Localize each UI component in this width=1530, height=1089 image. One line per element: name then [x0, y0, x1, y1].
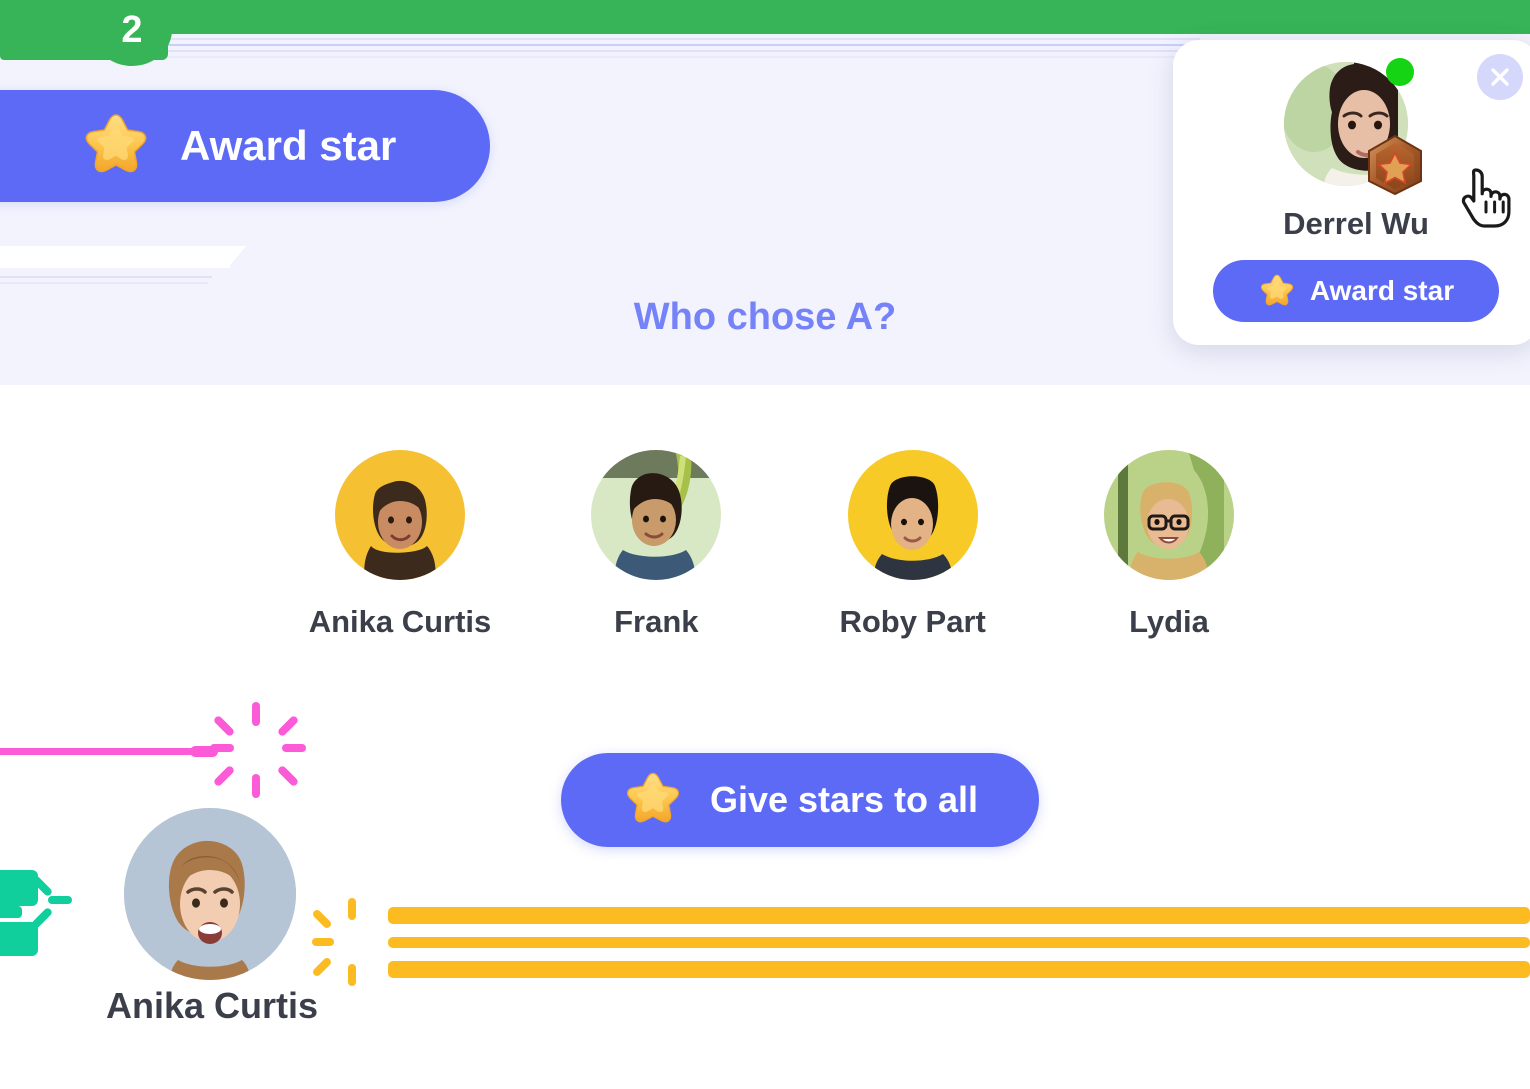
decorative-line-2 — [0, 282, 208, 284]
student-name: Frank — [614, 604, 699, 639]
popup-avatar-wrapper — [1284, 58, 1422, 196]
popup-award-star-button[interactable]: Award star — [1213, 260, 1499, 322]
online-dot-icon — [1386, 58, 1414, 86]
yellow-sparkle-burst — [311, 898, 394, 986]
star-icon — [626, 772, 679, 823]
student-item[interactable]: Frank — [528, 450, 784, 640]
close-button[interactable] — [1477, 54, 1523, 100]
bronze-star-badge-icon — [1368, 134, 1422, 196]
student-name: Roby Part — [839, 604, 986, 639]
student-name: Anika Curtis — [308, 604, 492, 639]
close-icon — [1491, 68, 1509, 86]
student-item[interactable]: Roby Part — [785, 450, 1041, 640]
avatar-anika-curtis[interactable] — [335, 450, 465, 580]
decorative-shard — [0, 246, 246, 268]
award-star-label-large: Award star — [180, 122, 397, 169]
star-icon — [85, 114, 147, 173]
top-green-bar — [0, 0, 1530, 34]
avatar-frank[interactable] — [591, 450, 722, 580]
avatar-roby-part[interactable] — [847, 450, 978, 580]
pointer-hand-cursor-icon — [1461, 168, 1511, 228]
award-star-button-large[interactable]: Award star — [0, 90, 490, 202]
student-list: Anika Curtis Frank Roby Part Lydia — [272, 450, 1297, 640]
give-stars-to-all-label: Give stars to all — [709, 779, 979, 820]
app-canvas: 2 Award star Who chose A? Anika Curtis F… — [0, 0, 1530, 1089]
yellow-bar-decoration — [388, 937, 1530, 948]
give-stars-to-all-button[interactable]: Give stars to all — [561, 753, 1039, 847]
teal-bar-decoration — [0, 870, 38, 906]
popup-award-star-label: Award star — [1309, 275, 1455, 306]
decorative-line-1 — [0, 276, 212, 278]
avatar-lydia[interactable] — [1103, 450, 1234, 580]
teal-bar-decoration — [0, 906, 22, 918]
highlighted-student-name: Anika Curtis — [105, 985, 319, 1026]
pink-line-decoration — [0, 748, 210, 755]
teal-sparkle-burst — [30, 872, 80, 936]
student-name: Lydia — [1129, 604, 1209, 639]
teal-bar-decoration — [0, 922, 38, 956]
star-icon — [1260, 274, 1294, 305]
pink-sparkle-burst — [210, 702, 306, 798]
yellow-bar-decoration — [388, 907, 1530, 924]
student-item[interactable]: Anika Curtis — [272, 450, 528, 640]
yellow-bar-decoration — [388, 961, 1530, 978]
student-item[interactable]: Lydia — [1041, 450, 1297, 640]
avatar-anika-curtis-large[interactable] — [124, 808, 296, 980]
